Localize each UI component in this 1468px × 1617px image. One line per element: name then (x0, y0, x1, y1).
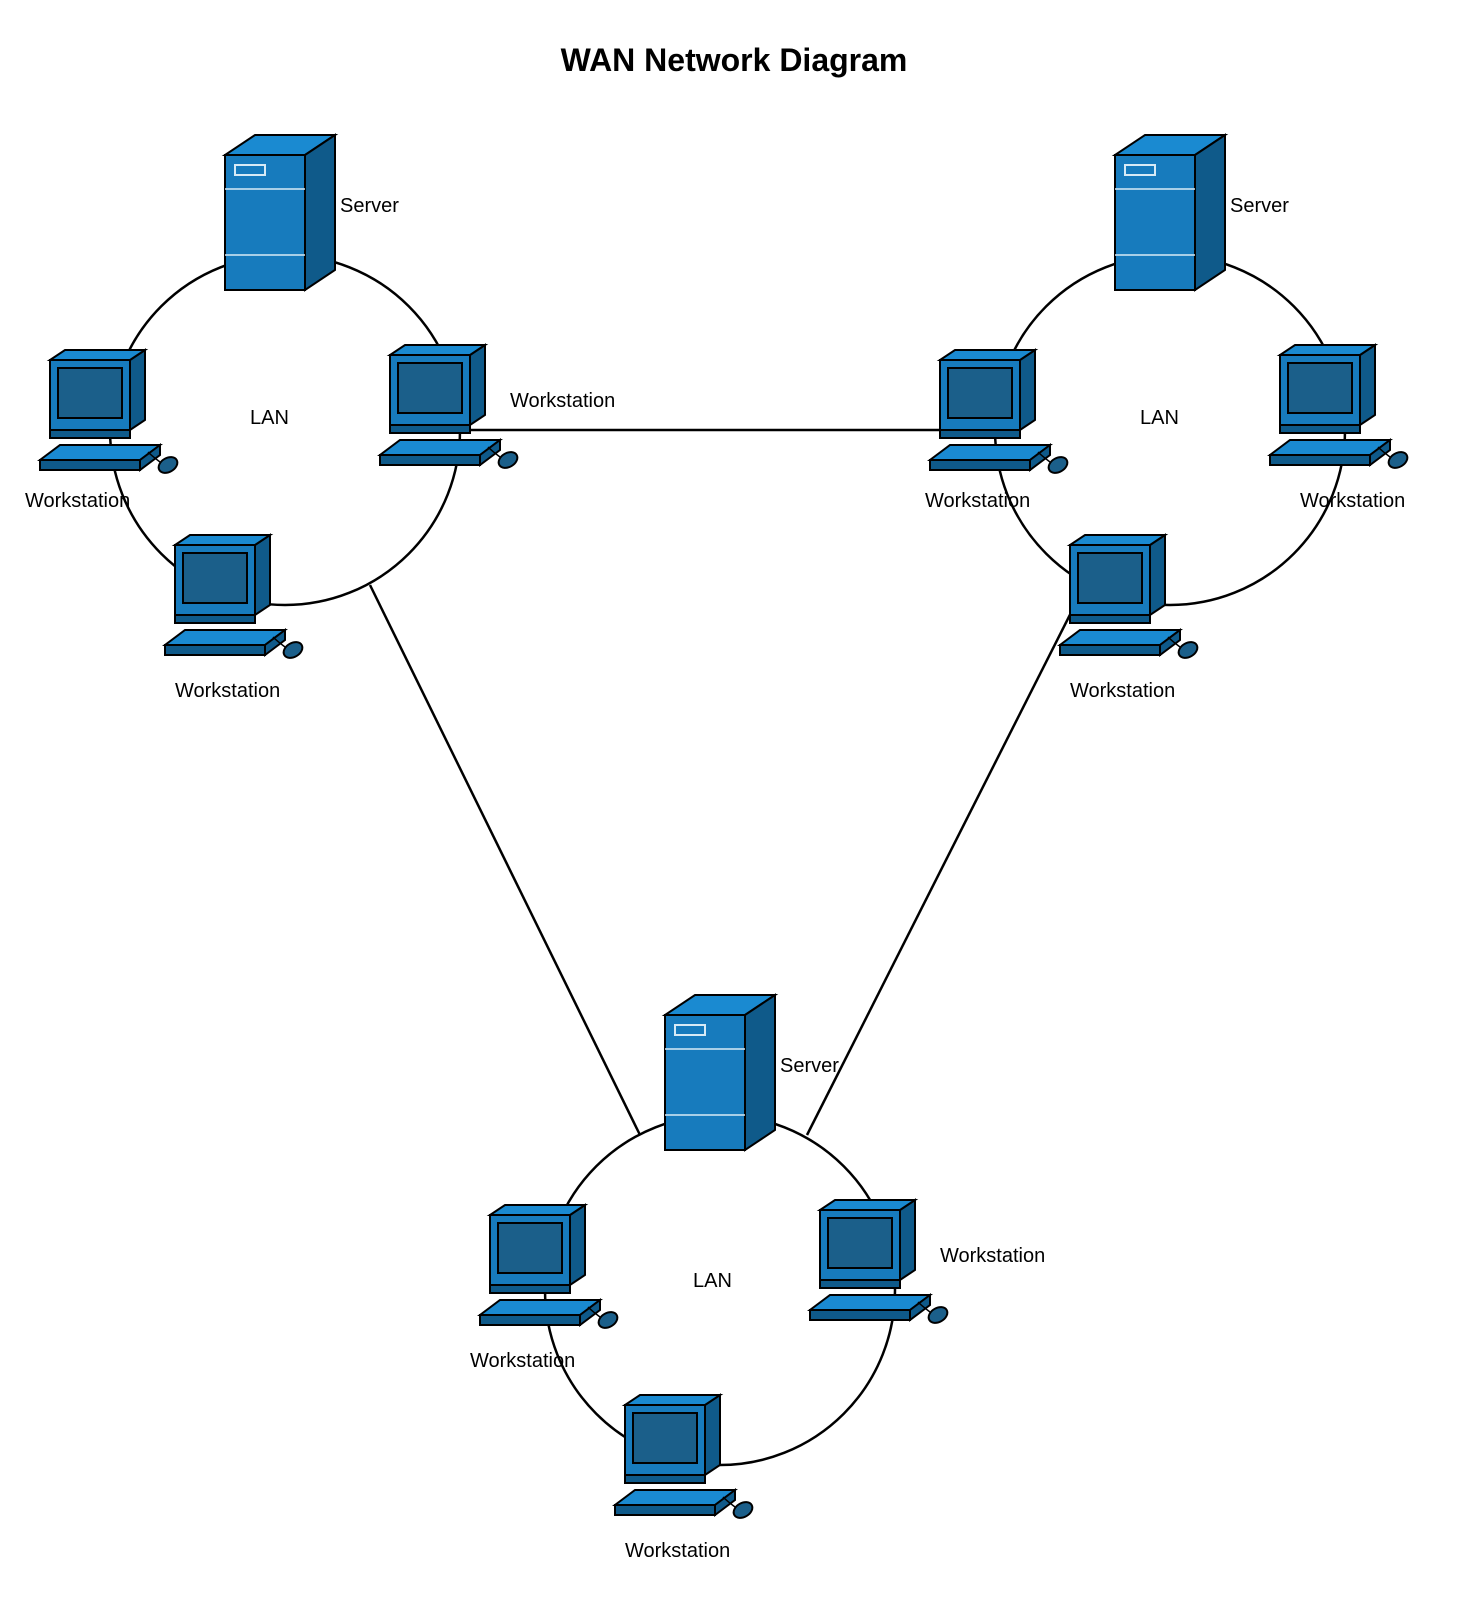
workstation-icon (480, 1205, 620, 1331)
server-label: Server (340, 195, 399, 218)
workstation-label: Workstation (940, 1245, 1045, 1268)
workstation-label: Workstation (510, 390, 615, 413)
workstation-label: Workstation (1300, 490, 1405, 513)
lan-label: LAN (1140, 407, 1179, 430)
server-label: Server (1230, 195, 1289, 218)
wan-link (370, 585, 640, 1135)
workstation-icon (165, 535, 305, 661)
lan-label: LAN (693, 1270, 732, 1293)
workstation-label: Workstation (1070, 680, 1175, 703)
lan-label: LAN (250, 407, 289, 430)
server-icon (225, 135, 335, 290)
workstation-label: Workstation (470, 1350, 575, 1373)
workstation-label: Workstation (625, 1540, 730, 1563)
server-icon (665, 995, 775, 1150)
workstation-icon (380, 345, 520, 471)
workstation-icon (615, 1395, 755, 1521)
wan-network-diagram: WAN Network Diagram LANServerWorkstation… (0, 0, 1468, 1617)
workstation-icon (1060, 535, 1200, 661)
server-icon (1115, 135, 1225, 290)
workstation-label: Workstation (925, 490, 1030, 513)
workstation-label: Workstation (175, 680, 280, 703)
wan-link (807, 585, 1085, 1135)
workstation-label: Workstation (25, 490, 130, 513)
workstation-icon (1270, 345, 1410, 471)
diagram-stage (0, 0, 1468, 1617)
workstation-icon (810, 1200, 950, 1326)
workstation-icon (40, 350, 180, 476)
server-label: Server (780, 1055, 839, 1078)
workstation-icon (930, 350, 1070, 476)
